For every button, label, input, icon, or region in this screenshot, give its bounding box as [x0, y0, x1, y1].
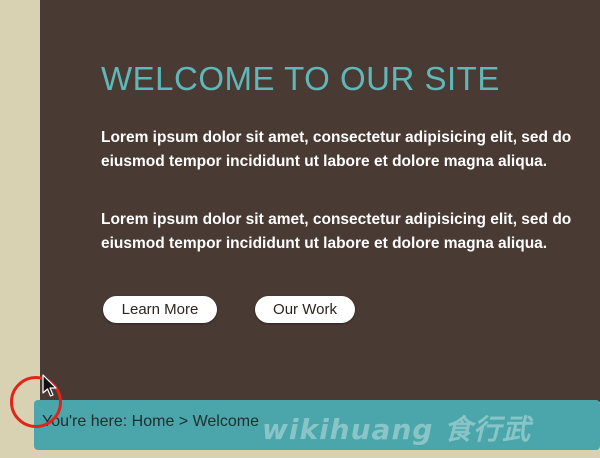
paragraph-line: eiusmod tempor incididunt ut labore et d… [101, 153, 548, 170]
page-title: WELCOME TO OUR SITE [101, 60, 500, 97]
welcome-panel: WELCOME TO OUR SITE Lorem ipsum dolor si… [40, 0, 600, 402]
breadcrumb-current: Welcome [192, 413, 259, 430]
paragraph-line: Lorem ipsum dolor sit amet, consectetur … [101, 129, 572, 146]
page: WELCOME TO OUR SITE Lorem ipsum dolor si… [0, 0, 600, 458]
intro-paragraph-2: Lorem ipsum dolor sit amet, consectetur … [101, 208, 600, 256]
intro-paragraph-1: Lorem ipsum dolor sit amet, consectetur … [101, 126, 600, 174]
breadcrumb-separator: > [178, 413, 189, 430]
paragraph-line: Lorem ipsum dolor sit amet, consectetur … [101, 211, 572, 228]
breadcrumb-home-link[interactable]: Home [132, 413, 175, 430]
mouse-pointer-icon [42, 374, 57, 397]
our-work-button[interactable]: Our Work [255, 296, 355, 323]
paragraph-line: eiusmod tempor incididunt ut labore et d… [101, 235, 548, 252]
learn-more-button[interactable]: Learn More [103, 296, 217, 323]
breadcrumb: You're here: Home > Welcome [42, 413, 259, 431]
watermark-text: wikihuang 食行武 [262, 413, 532, 446]
